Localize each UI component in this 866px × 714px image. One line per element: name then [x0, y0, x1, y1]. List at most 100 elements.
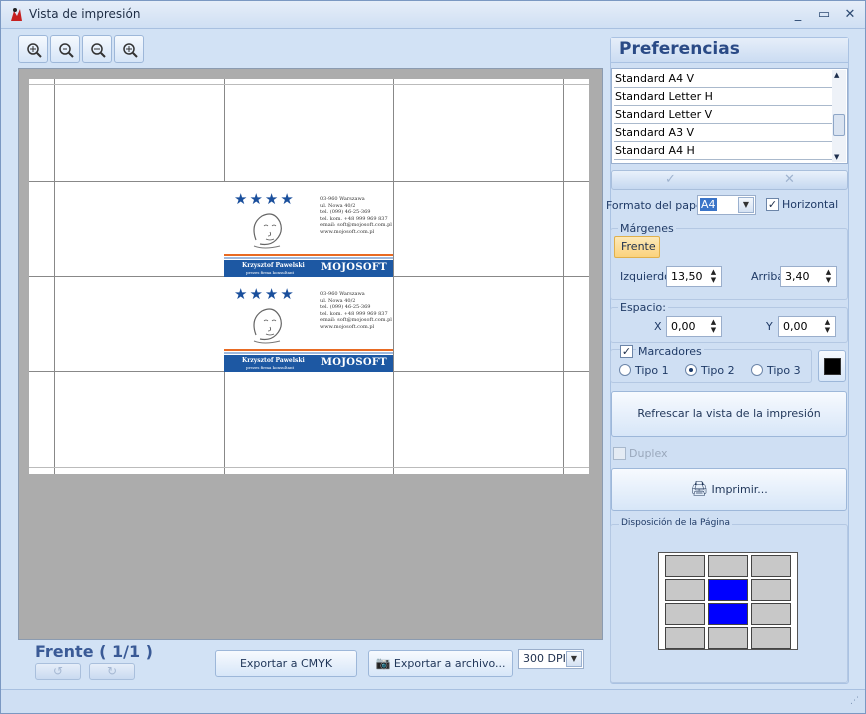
- markers-label: Marcadores: [636, 345, 704, 358]
- chevron-down-icon: ▼: [566, 651, 582, 667]
- paper-format-label: Formato del papel: [606, 199, 706, 212]
- zoom-fit-icon: [27, 43, 42, 58]
- printer-icon: 🖨: [690, 481, 708, 497]
- margins-title: Márgenes: [618, 222, 676, 235]
- export-file-label: Exportar a archivo...: [393, 657, 506, 670]
- y-label: Y: [766, 320, 773, 333]
- minimize-button[interactable]: _: [787, 5, 809, 25]
- delete-icon[interactable]: ✕: [784, 172, 795, 187]
- zoom-in-button[interactable]: [50, 35, 80, 63]
- next-page-button[interactable]: ↻: [89, 663, 135, 680]
- y-spacing-value: 0,00: [783, 320, 808, 333]
- marker-type-2-label: Tipo 2: [701, 364, 735, 377]
- card-stripe: [224, 257, 393, 259]
- left-margin-label: Izquierdo: [620, 270, 671, 283]
- layout-cell[interactable]: [665, 627, 705, 649]
- markers-checkbox[interactable]: ✓: [620, 345, 633, 358]
- export-cmyk-button[interactable]: Exportar a CMYK: [215, 650, 357, 677]
- camera-icon: 📷: [375, 656, 391, 670]
- duplex-checkbox[interactable]: [613, 447, 626, 460]
- zoom-in-icon: [59, 43, 74, 58]
- card-stripe: [224, 349, 393, 351]
- close-button[interactable]: ✕: [839, 5, 861, 25]
- marker-type-3-label: Tipo 3: [767, 364, 801, 377]
- card-name: Krzysztof Pawelski: [242, 262, 305, 269]
- side-page-label: Frente ( 1/1 ): [35, 642, 153, 661]
- cut-line: [29, 467, 589, 468]
- list-item[interactable]: Standard Letter V: [614, 106, 832, 124]
- spin-arrows-icon[interactable]: ▲ ▼: [707, 268, 720, 285]
- x-spacing-input[interactable]: 0,00 ▲ ▼: [666, 316, 722, 337]
- zoom-out-button[interactable]: [82, 35, 112, 63]
- print-button[interactable]: 🖨 Imprimir...: [611, 468, 847, 511]
- page-layout-grid[interactable]: [658, 552, 798, 650]
- marker-type-3-radio[interactable]: [751, 364, 763, 376]
- zoom-fit-button[interactable]: [18, 35, 48, 63]
- horizontal-checkbox[interactable]: ✓: [766, 198, 779, 211]
- layout-cell[interactable]: [665, 555, 705, 577]
- zoom-magnify-icon: [123, 43, 138, 58]
- window-title: Vista de impresión: [29, 7, 141, 21]
- chevron-down-icon: ▼: [738, 197, 754, 213]
- marker-type-2-radio[interactable]: [685, 364, 697, 376]
- card-band: Krzysztof Pawelski prezes firma konsulta…: [224, 355, 393, 372]
- y-spacing-input[interactable]: 0,00 ▲ ▼: [778, 316, 836, 337]
- x-spacing-value: 0,00: [671, 320, 696, 333]
- card-address: 03-960 Warszawa ul. Nowa 40/2 tel. (099) 4…: [320, 291, 392, 330]
- layout-cell[interactable]: [665, 579, 705, 601]
- layout-cell[interactable]: [708, 579, 748, 601]
- previous-page-button[interactable]: ↺: [35, 663, 81, 680]
- print-label: Imprimir...: [711, 483, 768, 496]
- scroll-up-icon: ▲: [834, 71, 840, 79]
- layout-cell[interactable]: [751, 579, 791, 601]
- app-icon: [11, 8, 22, 21]
- layout-cell[interactable]: [665, 603, 705, 625]
- list-item[interactable]: Standard A4 H: [614, 142, 832, 160]
- spin-arrows-icon[interactable]: ▲ ▼: [822, 268, 835, 285]
- layout-cell[interactable]: [708, 603, 748, 625]
- paper-format-value: A4: [700, 198, 717, 211]
- resize-grip-icon[interactable]: ⋰: [850, 696, 859, 706]
- refresh-preview-button[interactable]: Refrescar la vista de la impresión: [611, 391, 847, 437]
- card-band: Krzysztof Pawelski prezes firma konsulta…: [224, 260, 393, 277]
- marker-type-1-radio[interactable]: [619, 364, 631, 376]
- layout-cell[interactable]: [751, 603, 791, 625]
- cut-line: [29, 84, 589, 85]
- list-item[interactable]: Standard A3 V: [614, 124, 832, 142]
- format-list[interactable]: Standard A4 V Standard Letter H Standard…: [611, 68, 848, 164]
- export-file-button[interactable]: 📷 Exportar a archivo...: [368, 650, 513, 677]
- tab-front[interactable]: Frente: [614, 236, 660, 258]
- paper-format-select[interactable]: A4 ▼: [697, 195, 756, 215]
- print-preview-area[interactable]: ★★★★ 03-960 Warszawa ul. Nowa 40/2 tel. (0…: [18, 68, 603, 640]
- layout-cell[interactable]: [708, 627, 748, 649]
- layout-cell[interactable]: [751, 627, 791, 649]
- card-stars: ★★★★: [234, 285, 296, 303]
- preferences-panel: Preferencias Standard A4 V Standard Lett…: [606, 37, 849, 684]
- zoom-out-icon: [91, 43, 106, 58]
- scroll-down-icon: ▼: [834, 153, 840, 161]
- duplex-label: Duplex: [629, 447, 668, 460]
- maximize-button[interactable]: ▭: [813, 5, 835, 25]
- card-stripe: [224, 352, 393, 354]
- layout-cell[interactable]: [751, 555, 791, 577]
- card-brand: MOJOSOFT: [320, 262, 387, 273]
- confirm-icon[interactable]: ✓: [665, 172, 676, 187]
- list-item[interactable]: Standard Letter H: [614, 88, 832, 106]
- left-margin-input[interactable]: 13,50 ▲ ▼: [666, 266, 722, 287]
- panel-title: Preferencias: [611, 38, 848, 63]
- portrait-image: [253, 213, 282, 249]
- dpi-select[interactable]: 300 DPI ▼: [518, 649, 584, 669]
- list-item[interactable]: Standard A4 V: [614, 70, 832, 88]
- list-scrollbar[interactable]: ▲ ▼: [832, 70, 846, 162]
- marker-color-button[interactable]: [818, 350, 846, 382]
- business-card: ★★★★ 03-960 Warszawa ul. Nowa 40/2 tel. (0…: [224, 277, 393, 372]
- layout-cell[interactable]: [708, 555, 748, 577]
- spin-arrows-icon[interactable]: ▲ ▼: [707, 318, 720, 335]
- portrait-image: [253, 308, 282, 344]
- scroll-thumb[interactable]: [833, 114, 845, 136]
- zoom-magnify-button[interactable]: [114, 35, 144, 63]
- spin-arrows-icon[interactable]: ▲ ▼: [821, 318, 834, 335]
- card-job-title: prezes firma konsultant: [246, 270, 295, 275]
- top-margin-input[interactable]: 3,40 ▲ ▼: [780, 266, 837, 287]
- page-layout-title: Disposición de la Página: [619, 518, 733, 528]
